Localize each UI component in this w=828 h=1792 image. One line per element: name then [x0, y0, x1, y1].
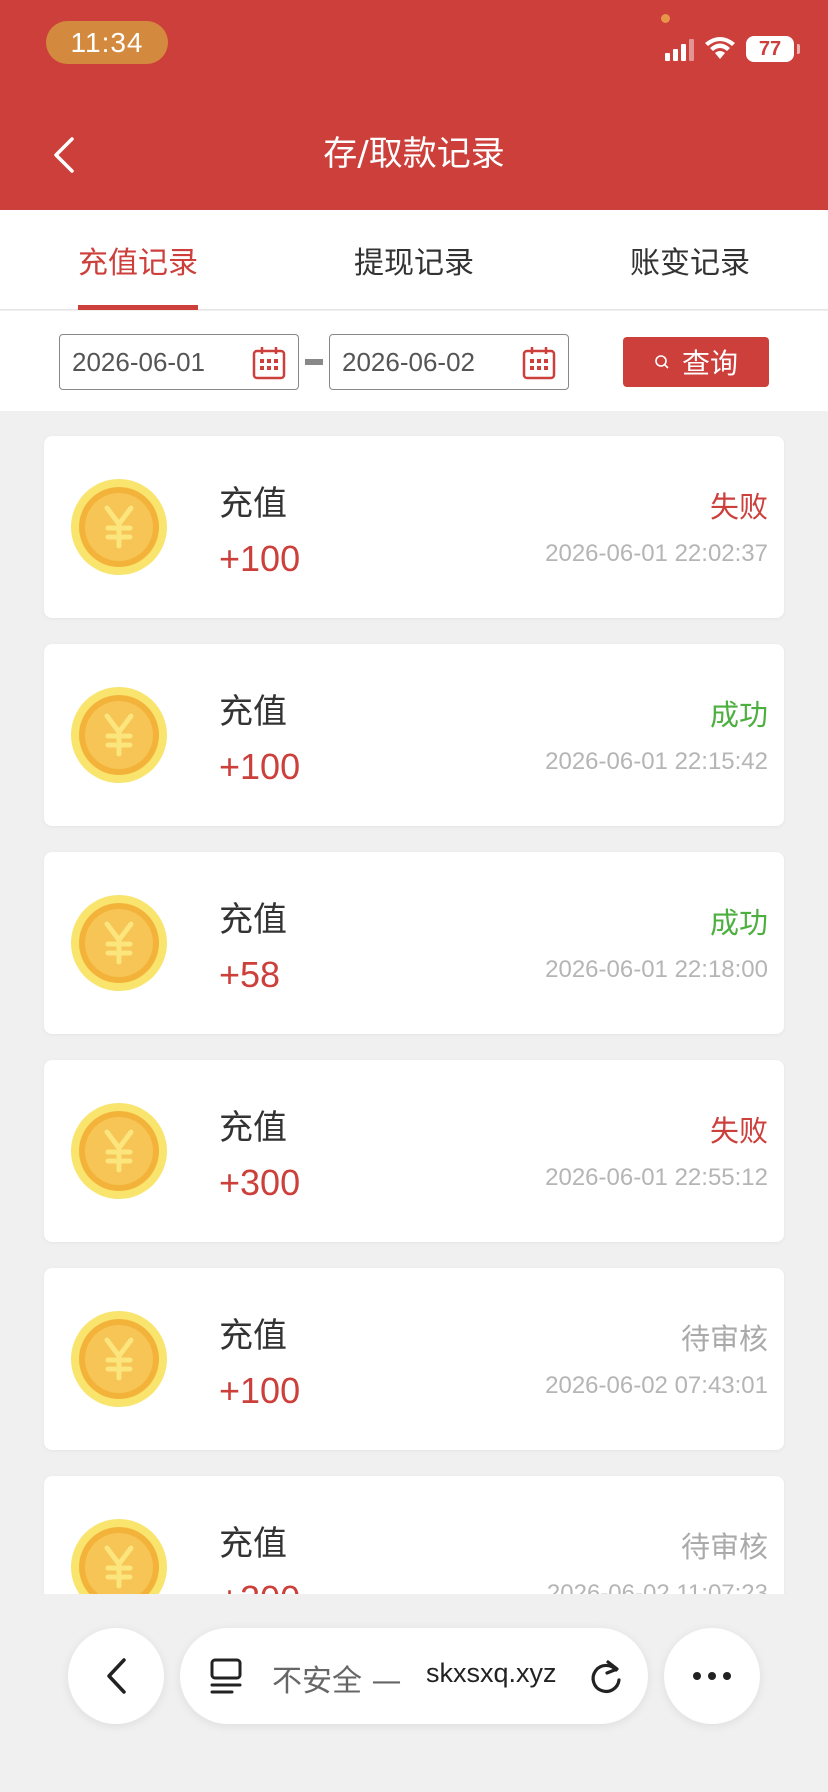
record-type: 充值 — [219, 1316, 287, 1356]
tab-withdraw-records[interactable]: 提现记录 — [336, 210, 492, 310]
record-amount: +100 — [219, 538, 301, 579]
deposit-record-list: 充值 +100 失败 2026-06-01 22:02:37 充值 +100 成… — [0, 411, 828, 1594]
record-amount: +300 — [219, 1162, 301, 1203]
record-type: 充值 — [219, 1524, 287, 1564]
start-date-field[interactable] — [59, 334, 299, 390]
coin-icon — [71, 1519, 167, 1594]
calendar-icon[interactable] — [252, 346, 286, 380]
record-card[interactable]: 充值 +58 成功 2026-06-01 22:18:00 — [44, 852, 784, 1034]
record-status: 成功 — [709, 906, 768, 940]
record-amount: +100 — [219, 1370, 301, 1411]
start-date-input[interactable] — [72, 346, 242, 378]
end-date-input[interactable] — [342, 346, 512, 378]
record-amount: +58 — [219, 954, 281, 995]
record-time: 2026-06-02 07:43:01 — [545, 1372, 768, 1399]
record-status: 失败 — [709, 1114, 768, 1148]
record-card[interactable]: 充值 +300 失败 2026-06-01 22:55:12 — [44, 1060, 784, 1242]
record-status: 待审核 — [680, 1530, 768, 1564]
reader-mode-icon[interactable] — [210, 1658, 242, 1694]
record-time: 2026-06-01 22:15:42 — [545, 748, 768, 775]
record-card[interactable]: 充值 +200 待审核 2026-06-02 11:07:23 — [44, 1476, 784, 1594]
calendar-icon[interactable] — [522, 346, 556, 380]
coin-icon — [71, 479, 167, 575]
record-time: 2026-06-02 11:07:23 — [546, 1580, 768, 1594]
record-status: 失败 — [709, 490, 768, 524]
wifi-icon — [705, 37, 735, 59]
record-card[interactable]: 充值 +100 成功 2026-06-01 22:15:42 — [44, 644, 784, 826]
record-amount: +100 — [219, 746, 301, 787]
record-time: 2026-06-01 22:55:12 — [545, 1164, 768, 1191]
status-icons: 77 — [665, 34, 800, 64]
record-amount: +200 — [219, 1578, 300, 1594]
query-button[interactable]: 查询 — [623, 337, 769, 387]
url-domain: skxsxq.xyz — [426, 1658, 557, 1688]
coin-icon — [71, 687, 167, 783]
record-card[interactable]: 充值 +100 待审核 2026-06-02 07:43:01 — [44, 1268, 784, 1450]
record-status: 待审核 — [680, 1322, 768, 1356]
record-type: 充值 — [219, 1108, 287, 1148]
status-time: 11:34 — [46, 21, 168, 64]
address-bar[interactable]: 不安全 — skxsxq.xyz — [180, 1628, 648, 1724]
record-card[interactable]: 充值 +100 失败 2026-06-01 22:02:37 — [44, 436, 784, 618]
page-title: 存/取款记录 — [323, 134, 505, 174]
tab-account-change-records[interactable]: 账变记录 — [612, 210, 768, 310]
record-tabs: 充值记录 提现记录 账变记录 — [0, 210, 828, 310]
chevron-left-icon — [107, 1658, 126, 1694]
coin-icon — [71, 1311, 167, 1407]
date-range-separator — [305, 359, 323, 365]
cellular-signal-icon — [665, 37, 694, 61]
record-status: 成功 — [709, 698, 768, 732]
more-options-button[interactable] — [664, 1628, 760, 1724]
browser-toolbar: 不安全 — skxsxq.xyz — [0, 1594, 828, 1792]
record-time: 2026-06-01 22:18:00 — [545, 956, 768, 983]
battery-icon: 77 — [746, 36, 800, 62]
date-filter-bar: 查询 — [0, 311, 828, 411]
privacy-indicator-dot — [661, 14, 670, 23]
browser-back-button[interactable] — [68, 1628, 164, 1724]
record-type: 充值 — [219, 900, 287, 940]
reload-icon[interactable] — [588, 1656, 624, 1696]
security-warning-label: 不安全 — — [272, 1664, 402, 1699]
app-header: 11:34 77 存/取款记录 — [0, 0, 828, 210]
tab-deposit-records[interactable]: 充值记录 — [60, 210, 216, 310]
coin-icon — [71, 1103, 167, 1199]
record-time: 2026-06-01 22:02:37 — [545, 540, 768, 567]
end-date-field[interactable] — [329, 334, 569, 390]
search-icon — [655, 355, 669, 369]
active-tab-indicator — [78, 305, 198, 310]
coin-icon — [71, 895, 167, 991]
more-dots-icon — [693, 1672, 731, 1680]
record-type: 充值 — [219, 692, 287, 732]
query-button-label: 查询 — [681, 347, 738, 380]
record-type: 充值 — [219, 484, 287, 524]
